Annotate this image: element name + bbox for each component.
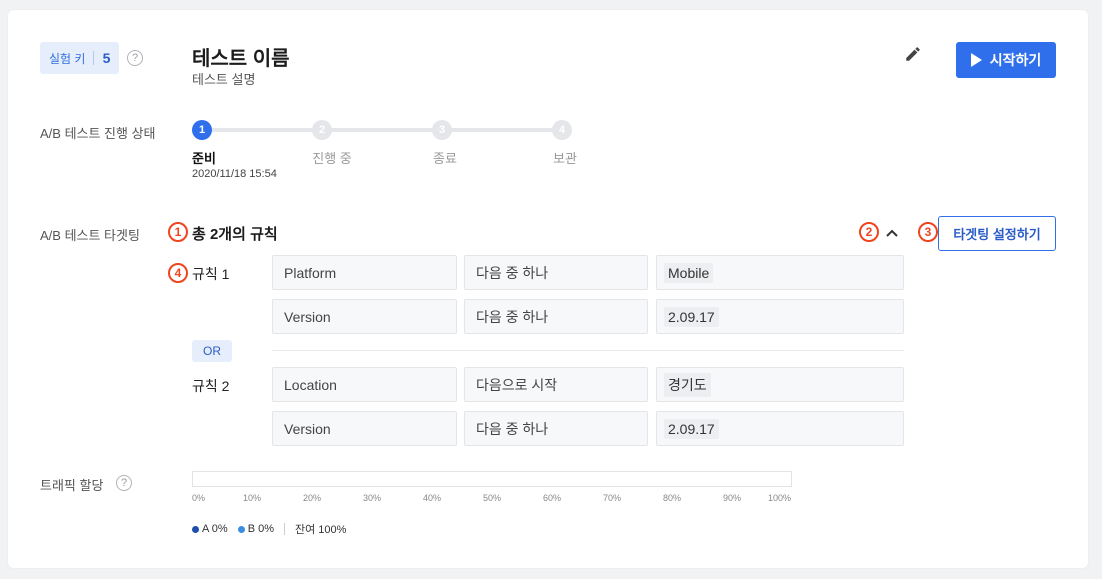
tick-label: 100% <box>768 493 792 503</box>
traffic-section-label: 트래픽 할당 <box>40 478 104 493</box>
field-text: Location <box>284 376 337 393</box>
traffic-allocation-bar[interactable] <box>192 471 792 487</box>
targeting-setup-button[interactable]: 타겟팅 설정하기 <box>938 216 1056 251</box>
rule-1-condition-2-value[interactable]: 2.09.17 <box>656 299 904 334</box>
annotation-marker-1: 1 <box>168 222 188 242</box>
legend-a-label: A 0% <box>202 523 228 535</box>
annotation-marker-2: 2 <box>859 222 879 242</box>
legend-b-dot <box>237 525 245 533</box>
rule-1-condition-2-operator[interactable]: 다음 중 하나 <box>464 299 648 334</box>
rule-2-condition-1-operator[interactable]: 다음으로 시작 <box>464 367 648 402</box>
annotation-marker-3: 3 <box>918 222 938 242</box>
legend-remaining: 잔여 100% <box>294 524 347 536</box>
or-badge: OR <box>192 340 232 362</box>
field-text: Version <box>284 308 331 325</box>
field-text: Platform <box>284 264 337 281</box>
step-label-2: 진행 중 <box>312 151 352 166</box>
rule-2-condition-2-value[interactable]: 2.09.17 <box>656 411 904 446</box>
legend-divider <box>283 523 285 535</box>
legend-b-label: B 0% <box>247 523 274 535</box>
rule-1-condition-1-field[interactable]: Platform <box>272 255 457 290</box>
tick-label: 10% <box>243 493 262 503</box>
value-chip: 2.09.17 <box>664 306 719 327</box>
operator-text: 다음 중 하나 <box>476 264 549 281</box>
rule-2-label: 규칙 2 <box>192 378 230 394</box>
help-icon[interactable]: ? <box>127 50 143 66</box>
step-dot-2: 2 <box>312 120 332 140</box>
step-label-3: 종료 <box>433 151 457 166</box>
progress-section-label: A/B 테스트 진행 상태 <box>40 126 156 141</box>
operator-text: 다음 중 하나 <box>476 420 549 437</box>
rule-1-label: 규칙 1 <box>192 266 230 282</box>
start-button-label: 시작하기 <box>989 52 1042 68</box>
play-icon <box>970 53 982 67</box>
tick-label: 40% <box>423 493 442 503</box>
experiment-card: 실험 키 5 ? 테스트 이름 테스트 설명 시작하기 A/B 테스트 진행 상… <box>8 10 1088 568</box>
rules-summary: 총 2개의 규칙 <box>192 226 278 243</box>
tick-label: 60% <box>543 493 562 503</box>
rule-1-condition-2-field[interactable]: Version <box>272 299 457 334</box>
step-dot-3: 3 <box>432 120 452 140</box>
value-chip: Mobile <box>664 262 714 283</box>
tick-label: 50% <box>483 493 502 503</box>
rule-2-condition-2-operator[interactable]: 다음 중 하나 <box>464 411 648 446</box>
step-dot-1: 1 <box>192 120 212 140</box>
test-description: 테스트 설명 <box>192 72 256 87</box>
tick-label: 30% <box>363 493 382 503</box>
step-dot-4: 4 <box>552 120 572 140</box>
legend-b: B 0% <box>237 523 274 535</box>
pencil-icon[interactable] <box>904 45 922 63</box>
experiment-key-label: 실험 키 <box>49 51 86 66</box>
rule-1-condition-1-operator[interactable]: 다음 중 하나 <box>464 255 648 290</box>
rule-divider <box>272 350 904 351</box>
traffic-legend: A 0% B 0% 잔여 100% <box>192 521 346 537</box>
traffic-help-icon[interactable]: ? <box>116 475 132 491</box>
operator-text: 다음으로 시작 <box>476 376 558 393</box>
start-button[interactable]: 시작하기 <box>956 42 1056 78</box>
annotation-marker-4: 4 <box>168 263 188 283</box>
tick-label: 0% <box>192 493 206 503</box>
rule-2-condition-2-field[interactable]: Version <box>272 411 457 446</box>
tick-label: 90% <box>723 493 742 503</box>
legend-a: A 0% <box>192 523 228 535</box>
rule-1-condition-1-value[interactable]: Mobile <box>656 255 904 290</box>
value-chip: 2.09.17 <box>664 418 719 439</box>
value-chip: 경기도 <box>664 372 711 397</box>
tick-label: 70% <box>603 493 622 503</box>
rule-2-condition-1-field[interactable]: Location <box>272 367 457 402</box>
stepper-track <box>201 128 563 132</box>
experiment-key-value: 5 <box>102 50 111 66</box>
operator-text: 다음 중 하나 <box>476 308 549 325</box>
legend-a-dot <box>192 525 199 533</box>
targeting-section-label: A/B 테스트 타겟팅 <box>40 228 140 243</box>
step-date: 2020/11/18 15:54 <box>192 168 277 180</box>
chevron-up-icon[interactable] <box>885 226 899 240</box>
step-label-1: 준비 <box>192 151 216 166</box>
field-text: Version <box>284 420 331 437</box>
rule-2-condition-1-value[interactable]: 경기도 <box>656 367 904 402</box>
experiment-key-badge: 실험 키 5 <box>40 42 119 74</box>
tick-label: 80% <box>663 493 682 503</box>
test-name: 테스트 이름 <box>192 48 290 70</box>
tick-label: 20% <box>303 493 322 503</box>
step-label-4: 보관 <box>553 151 577 166</box>
